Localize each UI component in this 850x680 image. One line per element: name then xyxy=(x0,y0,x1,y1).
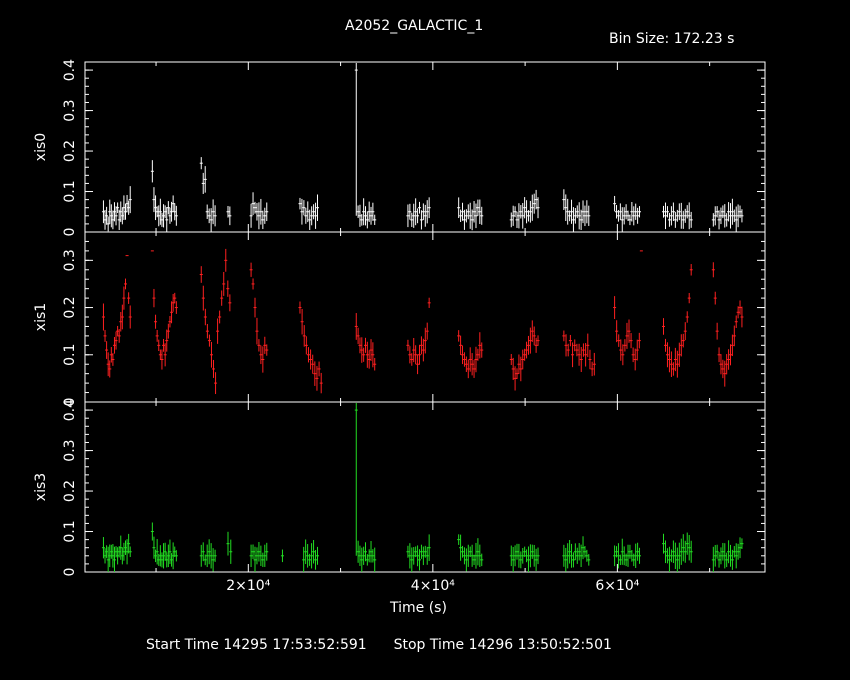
y-tick-label: 0.1 xyxy=(62,180,78,202)
y-tick-label: 0.1 xyxy=(62,344,78,366)
start-time-value: 14295 17:53:52:591 xyxy=(223,637,367,653)
y-tick-label: 0.3 xyxy=(62,99,78,121)
panel-ylabel: xis3 xyxy=(33,473,49,501)
y-tick-label: 0.2 xyxy=(62,480,78,502)
light-curve-figure: A2052_GALACTIC_1 Bin Size: 172.23 s 0 0.1… xyxy=(0,0,850,680)
panel-ylabel: xis1 xyxy=(33,303,49,331)
y-tick-label: 0.1 xyxy=(62,520,78,542)
panel-xis1: 0 0.1 0.2 0.3 xis1 xyxy=(33,231,766,406)
footer-times: Start Time 14295 17:53:52:591 Stop Time … xyxy=(146,637,612,653)
x-tick-label: 2×10⁴ xyxy=(226,578,270,594)
y-tick-label: 0.4 xyxy=(62,59,78,81)
y-tick-label: 0.3 xyxy=(62,439,78,461)
panel-xis0: 0 0.1 0.2 0.3 0.4 xis0 xyxy=(33,59,766,237)
y-tick-label: 0.4 xyxy=(62,399,78,421)
x-tick-label: 4×10⁴ xyxy=(411,578,455,594)
y-tick-label: 0 xyxy=(62,228,78,237)
time-axis-label: Time (s) xyxy=(390,600,447,616)
x-tick-label: 6×10⁴ xyxy=(595,578,639,594)
light-curve-plot: 0 0.1 0.2 0.3 0.4 xis0 0 0.1 0.2 0.3 xis1 0 0.1 0.2… xyxy=(33,59,766,594)
stop-time-label: Stop Time xyxy=(393,637,465,653)
y-tick-label: 0.3 xyxy=(62,249,78,271)
panel-xis3: 0 0.1 0.2 0.3 0.4 xis3 xyxy=(33,399,766,577)
start-time-label: Start Time xyxy=(146,637,219,653)
y-tick-label: 0.2 xyxy=(62,296,78,318)
y-tick-label: 0.2 xyxy=(62,140,78,162)
stop-time-value: 14296 13:50:52:501 xyxy=(468,637,612,653)
time-axis: 2×10⁴ 4×10⁴ 6×10⁴ xyxy=(226,578,640,594)
panel-frame xyxy=(84,231,766,403)
panel-ylabel: xis0 xyxy=(33,133,49,161)
y-tick-label: 0 xyxy=(62,568,78,577)
